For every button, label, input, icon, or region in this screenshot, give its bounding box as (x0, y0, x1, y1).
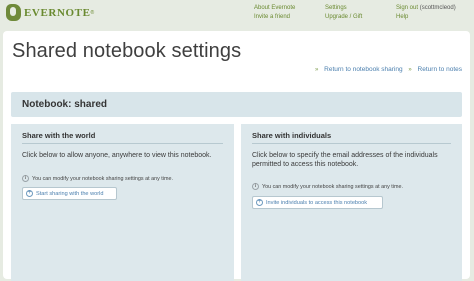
nav-link-sign-out[interactable]: Sign out (396, 5, 418, 11)
top-nav-column-3: Sign out (scottmcleod) Help (396, 4, 456, 22)
return-to-notes-link[interactable]: Return to notes (418, 66, 462, 73)
share-individuals-note: i You can modify your notebook sharing s… (252, 183, 403, 190)
plus-icon: + (26, 190, 33, 197)
share-world-note-text: You can modify your notebook sharing set… (32, 175, 173, 182)
top-bar: EVERNOTE ® About Evernote Invite a frien… (0, 0, 474, 32)
notebook-header-bar: Notebook: shared (11, 92, 462, 117)
bullet-icon: » (315, 67, 319, 73)
divider (22, 143, 223, 144)
nav-link-about[interactable]: About Evernote (254, 4, 295, 13)
share-individuals-description: Click below to specify the email address… (252, 152, 438, 168)
nav-link-help[interactable]: Help (396, 13, 456, 22)
share-world-box: Share with the world Click below to allo… (11, 124, 234, 281)
nav-link-invite-friend[interactable]: Invite a friend (254, 13, 295, 22)
invite-individuals-label: Invite individuals to access this notebo… (266, 199, 368, 206)
info-icon: i (22, 175, 29, 182)
share-individuals-heading: Share with individuals (252, 131, 332, 140)
page-title: Shared notebook settings (12, 40, 242, 62)
top-nav-column-1: About Evernote Invite a friend (254, 4, 295, 22)
share-world-note: i You can modify your notebook sharing s… (22, 175, 173, 182)
share-world-heading: Share with the world (22, 131, 96, 140)
plus-icon: + (256, 199, 263, 206)
invite-individuals-button[interactable]: + Invite individuals to access this note… (252, 196, 383, 209)
return-to-sharing-link[interactable]: Return to notebook sharing (324, 66, 402, 73)
share-individuals-note-text: You can modify your notebook sharing set… (262, 183, 403, 190)
info-icon: i (252, 183, 259, 190)
evernote-logo[interactable]: EVERNOTE ® (6, 4, 94, 21)
nav-link-upgrade[interactable]: Upgrade / Gift (325, 13, 362, 22)
main-panel: Shared notebook settings » Return to not… (3, 31, 470, 281)
nav-link-settings[interactable]: Settings (325, 4, 362, 13)
bullet-icon: » (408, 67, 412, 73)
share-world-description: Click below to allow anyone, anywhere to… (22, 152, 212, 159)
username-label: (scottmcleod) (419, 5, 456, 11)
return-links: » Return to notebook sharing » Return to… (315, 66, 462, 73)
notebook-name: Notebook: shared (22, 99, 108, 110)
start-sharing-world-button[interactable]: + Start sharing with the world (22, 187, 117, 200)
divider (252, 143, 451, 144)
top-nav-column-2: Settings Upgrade / Gift (325, 4, 362, 22)
share-individuals-box: Share with individuals Click below to sp… (241, 124, 462, 281)
logo-trademark: ® (90, 9, 95, 16)
start-sharing-world-label: Start sharing with the world (36, 190, 104, 197)
evernote-logo-icon (6, 4, 21, 21)
logo-text: EVERNOTE (24, 6, 91, 19)
